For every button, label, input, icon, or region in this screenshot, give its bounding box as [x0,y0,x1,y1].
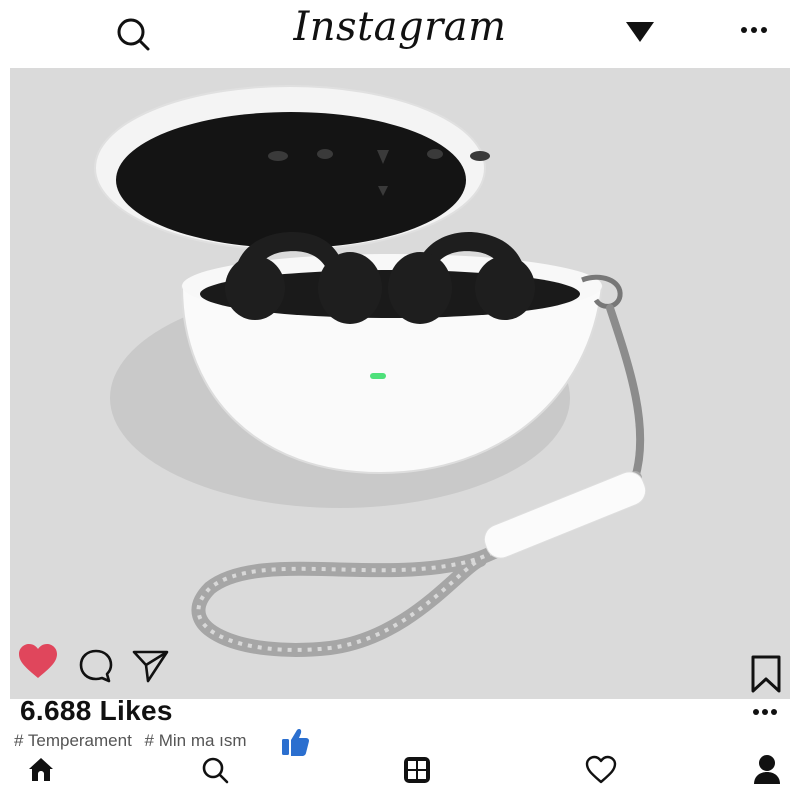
bookmark-icon[interactable] [750,654,782,694]
post-image[interactable] [10,68,790,699]
earbuds-case-illustration [94,85,647,657]
home-icon[interactable] [28,756,54,782]
top-bar: Instagram [0,0,800,66]
send-icon[interactable] [132,648,170,684]
heart-outline-icon[interactable] [585,755,617,785]
more-horizontal-icon[interactable] [740,26,768,34]
app-logo: Instagram [293,4,507,50]
search-icon[interactable] [201,756,229,784]
profile-icon[interactable] [752,753,782,785]
heart-filled-icon[interactable] [18,644,58,680]
bottom-nav [0,744,800,800]
triangle-down-icon[interactable] [624,20,656,44]
likes-count[interactable]: 6.688 Likes [20,695,173,727]
post-more-icon[interactable] [752,708,778,716]
reels-icon[interactable] [402,755,432,785]
comment-icon[interactable] [78,648,114,684]
